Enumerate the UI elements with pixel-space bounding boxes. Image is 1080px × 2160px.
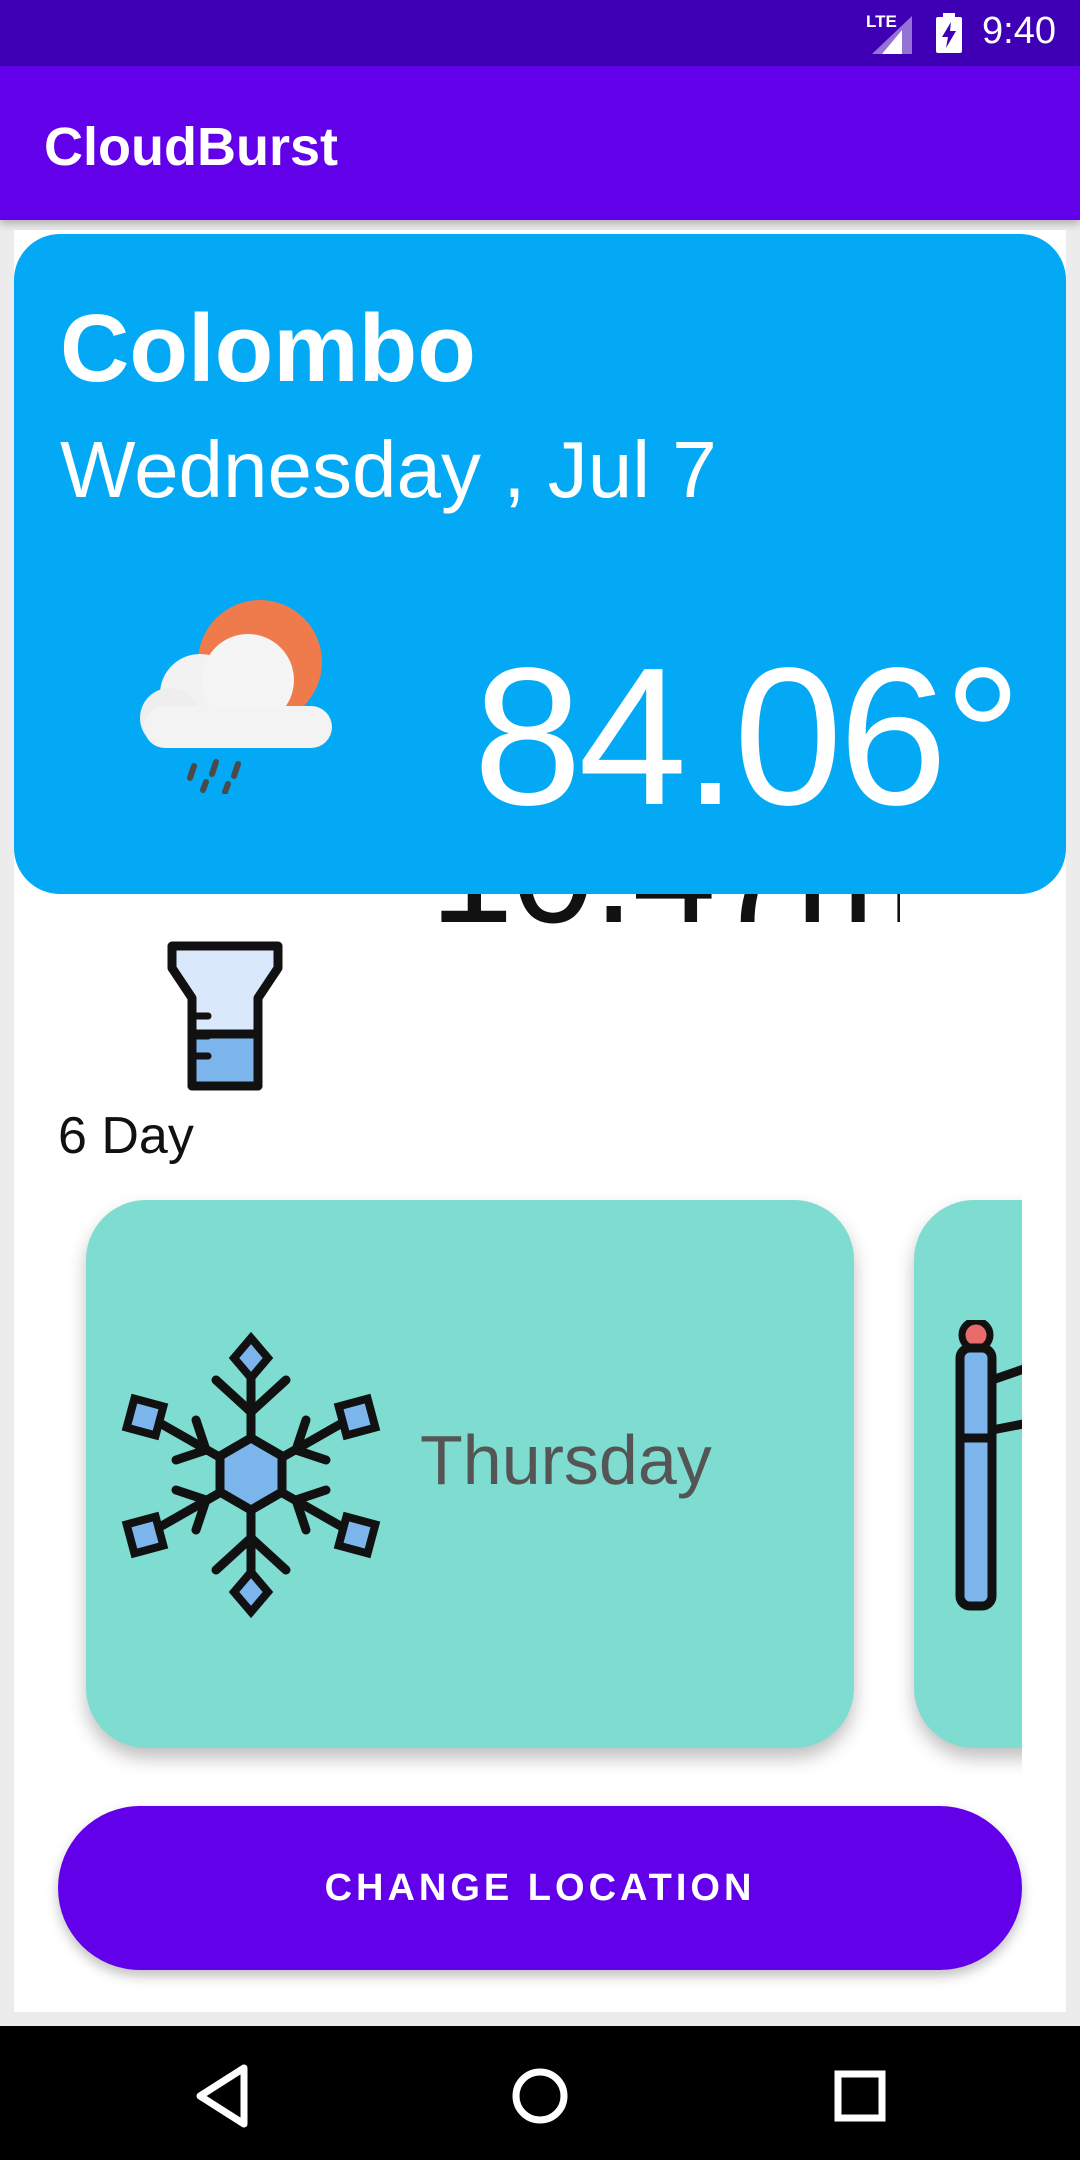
- snowflake-icon: [121, 1331, 381, 1619]
- forecast-day-name: Thursday: [420, 1421, 712, 1499]
- back-icon[interactable]: [182, 2056, 262, 2136]
- rainfall-value: 10.47mm: [430, 894, 900, 957]
- status-bar: LTE 9:40: [0, 0, 1080, 66]
- current-weather-card: Colombo Wednesday , Jul 7 84.06°: [14, 234, 1066, 894]
- temperature: 84.06°: [473, 627, 1022, 846]
- forecast-label: 6 Day: [58, 1107, 194, 1165]
- app-bar: CloudBurst: [0, 66, 1080, 220]
- forecast-carousel[interactable]: Thursday: [58, 1182, 1022, 1778]
- rain-cloud-sun-icon: [140, 600, 332, 794]
- rain-gauge-icon: [167, 941, 283, 1091]
- home-icon[interactable]: [500, 2056, 580, 2136]
- city-name: Colombo: [60, 295, 476, 402]
- app-title: CloudBurst: [44, 117, 338, 177]
- forecast-card-thursday[interactable]: Thursday: [86, 1200, 854, 1748]
- change-location-button[interactable]: CHANGE LOCATION: [58, 1806, 1022, 1970]
- clock: 9:40: [982, 10, 1056, 52]
- system-nav-bar: [0, 2026, 1080, 2160]
- thermometer-icon: [955, 1320, 1022, 1611]
- recents-icon[interactable]: [820, 2056, 900, 2136]
- rainfall-clip: 10.47mm: [400, 894, 900, 964]
- current-date: Wednesday , Jul 7: [60, 425, 717, 514]
- forecast-card-next[interactable]: [914, 1200, 1022, 1748]
- battery-charging-icon: [936, 13, 962, 53]
- signal-icon: [872, 16, 912, 54]
